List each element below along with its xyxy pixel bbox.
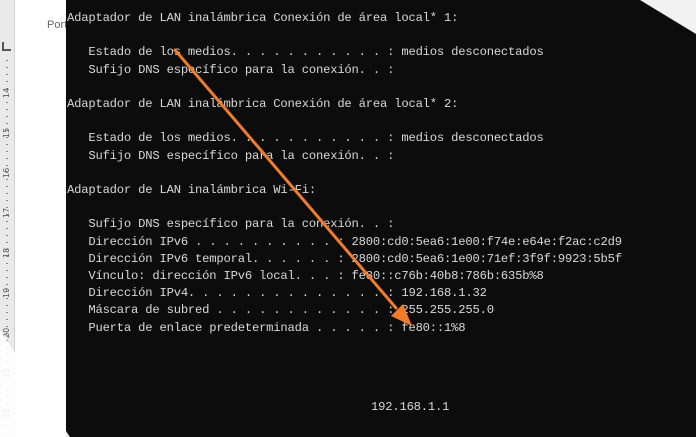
terminal-line: Máscara de subred . . . . . . . . . . . … <box>67 303 494 318</box>
ruler-tick: 14 <box>2 87 11 98</box>
ruler-tick: 18 <box>2 247 11 258</box>
terminal-line: Estado de los medios. . . . . . . . . . … <box>67 45 544 60</box>
ruler-tick: 20 <box>2 327 11 338</box>
ruler-tick: 17 <box>2 207 11 218</box>
terminal-line: Dirección IPv6 temporal. . . . . . : 280… <box>67 251 622 266</box>
terminal-line: Puerta de enlace predeterminada . . . . … <box>67 320 466 335</box>
terminal-line: Dirección IPv4. . . . . . . . . . . . . … <box>67 286 487 301</box>
ruler-tick: 21 <box>2 367 11 378</box>
gateway-ipv4: 192.168.1.1 <box>371 400 450 414</box>
terminal-line: Sufijo DNS específico para la conexión. … <box>67 62 395 77</box>
screenshot-page: 14 15 16 17 18 19 20 21 22 Port Adaptado… <box>0 0 696 437</box>
background-text: Port <box>47 19 68 31</box>
ruler-tick: 19 <box>2 287 11 298</box>
terminal-line: Sufijo DNS específico para la conexión. … <box>67 217 395 232</box>
ruler-tick: 22 <box>2 407 11 418</box>
vertical-ruler: 14 15 16 17 18 19 20 21 22 <box>0 0 15 437</box>
terminal-output: Adaptador de LAN inalámbrica Conexión de… <box>67 10 696 337</box>
terminal-line: Sufijo DNS específico para la conexión. … <box>67 148 395 163</box>
terminal-line: Adaptador de LAN inalámbrica Wi-Fi: <box>67 183 316 198</box>
terminal-line: Dirección IPv6 . . . . . . . . . . : 280… <box>67 234 622 249</box>
terminal-line: Estado de los medios. . . . . . . . . . … <box>67 131 544 146</box>
terminal-line: Adaptador de LAN inalámbrica Conexión de… <box>67 97 459 112</box>
terminal-line: Adaptador de LAN inalámbrica Conexión de… <box>67 11 459 25</box>
terminal-line: Vínculo: dirección IPv6 local. . . : fe8… <box>67 269 544 284</box>
ruler-tick: 15 <box>2 127 11 138</box>
ruler-tick: 16 <box>2 167 11 178</box>
terminal-window[interactable]: Adaptador de LAN inalámbrica Conexión de… <box>66 0 696 437</box>
tab-stop-marker-icon <box>2 42 11 51</box>
